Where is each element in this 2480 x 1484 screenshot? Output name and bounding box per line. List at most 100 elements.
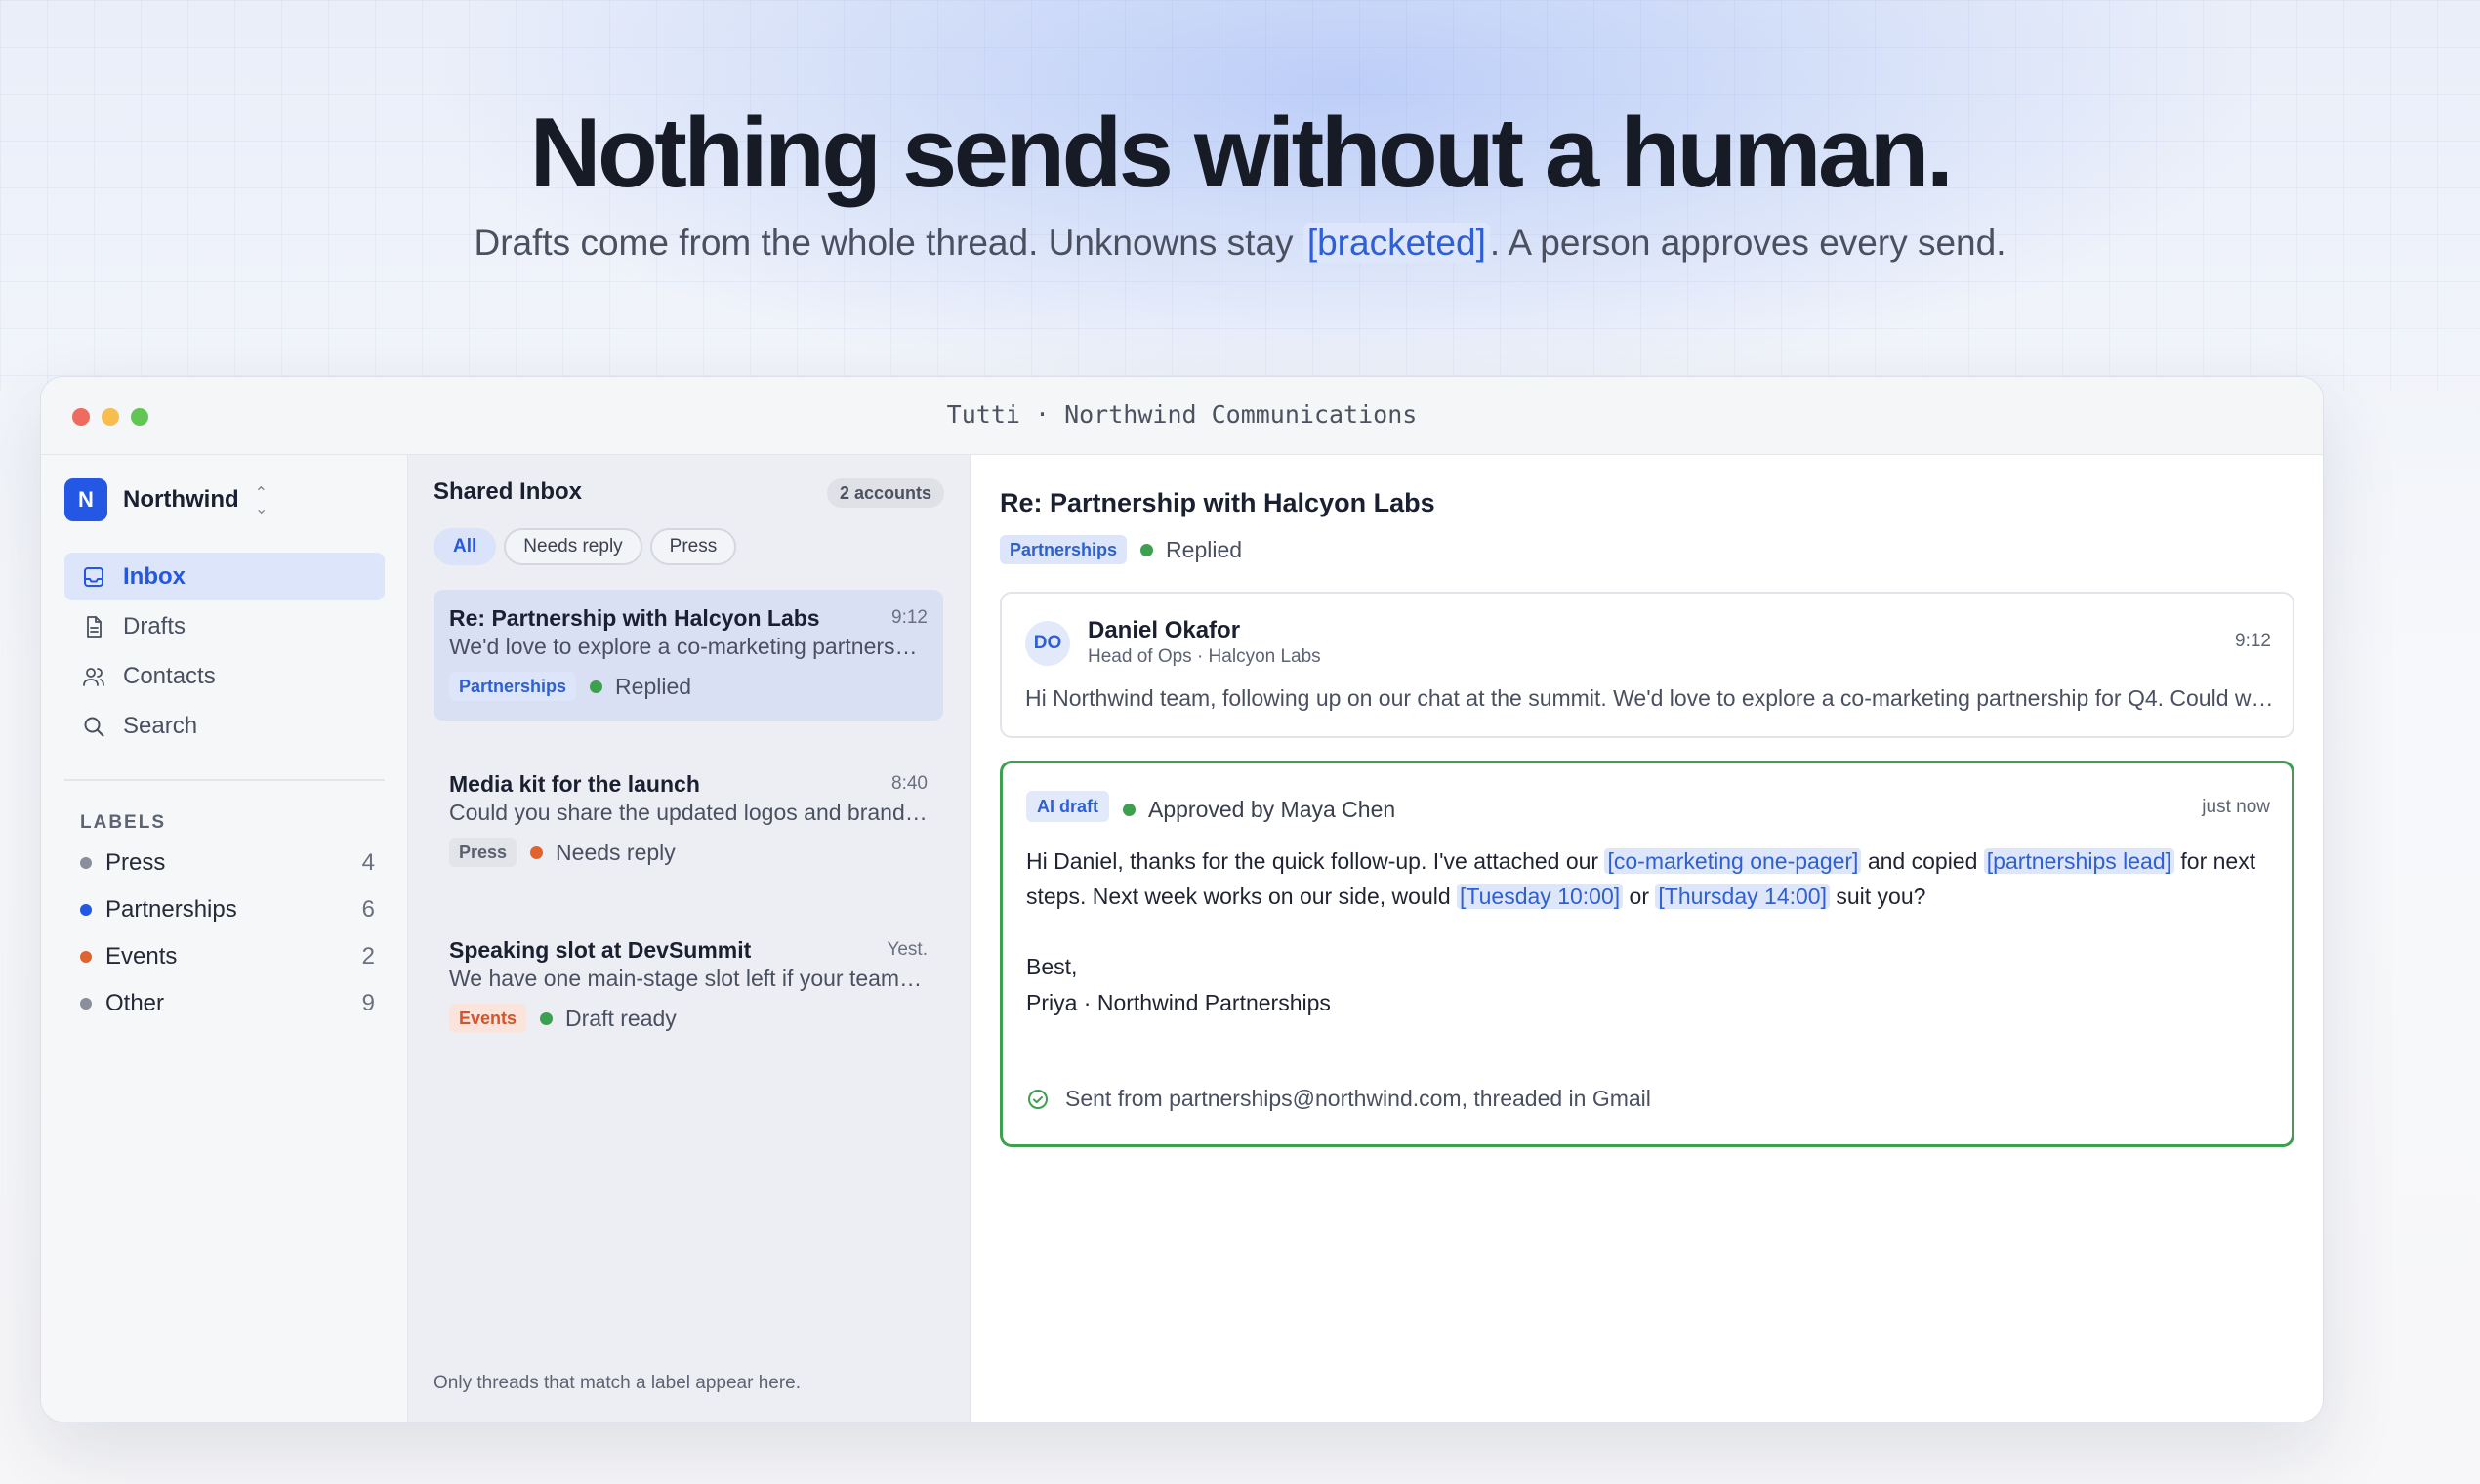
status-dot (530, 845, 544, 859)
thread-preview: We'd love to explore a co-marketing part… (449, 634, 928, 659)
label-color-dot (80, 857, 92, 869)
filter-chips: All Needs reply Press (434, 528, 744, 565)
thread-time: 9:12 (891, 607, 928, 628)
thread-meta: Partnerships Replied (1000, 535, 1242, 564)
thread-list-title: Shared Inbox (434, 478, 583, 505)
label-color-dot (80, 998, 92, 1010)
thread-label-tag: Press (449, 838, 517, 867)
signature-line: Best, (1026, 954, 1078, 979)
draft-text: suit you? (1829, 884, 1926, 909)
approval-status: Approved by Maya Chen (1123, 797, 1395, 823)
nav-item-inbox[interactable]: Inbox (64, 553, 385, 600)
status-text: Replied (615, 673, 692, 699)
filter-chip-press[interactable]: Press (649, 528, 737, 565)
check-circle-icon (1028, 1089, 1048, 1109)
sidebar-divider (64, 779, 385, 781)
thread-preview: We have one main-stage slot left if your… (449, 966, 928, 991)
label-color-dot (80, 951, 92, 963)
thread-card[interactable]: Media kit for the launch 8:40 Could you … (434, 756, 943, 886)
sender-role: Head of Ops · Halcyon Labs (1088, 646, 1321, 667)
thread-list-footer: Only threads that match a label appear h… (434, 1373, 802, 1393)
draft-text: and copied (1861, 848, 1984, 874)
placeholder-token[interactable]: [partnerships lead] (1983, 848, 2175, 874)
message-time: 9:12 (2235, 631, 2271, 651)
thread-title: Re: Partnership with Halcyon Labs (1000, 488, 1435, 517)
label-name: Other (105, 990, 165, 1016)
ai-draft-card[interactable]: AI draft Approved by Maya Chen just now … (1000, 761, 2294, 1147)
thread-status: Replied (590, 674, 691, 700)
approval-text: Approved by Maya Chen (1148, 797, 1396, 822)
label-count: 4 (361, 849, 375, 876)
subline-text: Drafts come from the whole thread. Unkno… (474, 223, 1303, 263)
sent-confirmation: Sent from partnerships@northwind.com, th… (1026, 1086, 1651, 1112)
nav-item-label: Inbox (123, 562, 186, 590)
thread-card[interactable]: Re: Partnership with Halcyon Labs 9:12 W… (434, 590, 943, 721)
nav-item-label: Search (123, 712, 198, 739)
message-body: Hi Northwind team, following up on our c… (1025, 685, 2275, 711)
thread-subject: Speaking slot at DevSummit (449, 937, 752, 963)
label-item-events[interactable]: Events 2 (80, 937, 375, 976)
document-icon (87, 615, 102, 638)
label-count: 2 (361, 943, 375, 969)
status-dot (1140, 543, 1154, 556)
thread-list-panel: Shared Inbox 2 accounts All Needs reply … (408, 455, 971, 1422)
avatar: DO (1025, 621, 1070, 666)
hero-headline: Nothing sends without a human. (529, 99, 1954, 208)
thread-preview: Could you share the updated logos and br… (449, 800, 928, 825)
draft-text: or (1623, 884, 1656, 909)
filter-chip-all[interactable]: All (434, 528, 497, 565)
thread-label-tag: Events (449, 1004, 527, 1033)
draft-text: Hi Daniel, thanks for the quick follow-u… (1026, 848, 1605, 874)
thread-status: Needs reply (530, 840, 676, 866)
labels-heading: LABELS (80, 812, 166, 833)
thread-time: Yest. (887, 939, 928, 960)
hero-subline: Drafts come from the whole thread. Unkno… (0, 223, 2480, 264)
label-name: Events (105, 943, 178, 969)
nav-item-search[interactable]: Search (64, 702, 385, 750)
thread-subject: Re: Partnership with Halcyon Labs (449, 605, 820, 631)
placeholder-token[interactable]: [Thursday 14:00] (1655, 884, 1830, 909)
draft-body: Hi Daniel, thanks for the quick follow-u… (1026, 844, 2276, 914)
inbox-icon (84, 566, 103, 587)
accounts-badge: 2 accounts (826, 478, 944, 508)
label-name: Press (105, 849, 166, 876)
search-icon (84, 717, 104, 736)
status-text: Replied (1166, 536, 1243, 562)
nav-item-label: Contacts (123, 662, 216, 689)
chevron-updown-icon: ⌃ ⌃ (254, 485, 269, 515)
thread-status: Replied (1140, 537, 1242, 563)
nav-item-contacts[interactable]: Contacts (64, 652, 385, 700)
thread-label-tag: Partnerships (1000, 535, 1128, 564)
thread-card[interactable]: Speaking slot at DevSummit Yest. We have… (434, 922, 943, 1052)
title-bar: Tutti · Northwind Communications (41, 377, 2323, 455)
thread-detail-panel: Re: Partnership with Halcyon Labs Partne… (971, 455, 2323, 1422)
placeholder-token[interactable]: [Tuesday 10:00] (1457, 884, 1624, 909)
incoming-message[interactable]: DO Daniel Okafor Head of Ops · Halcyon L… (1000, 592, 2294, 738)
placeholder-token[interactable]: [co-marketing one-pager] (1604, 848, 1862, 874)
workspace-logo: N (64, 478, 107, 521)
sender-name: Daniel Okafor (1088, 617, 1241, 643)
subline-bracket: [bracketed] (1302, 223, 1490, 263)
label-item-partnerships[interactable]: Partnerships 6 (80, 890, 375, 929)
label-color-dot (80, 904, 92, 916)
status-dot (590, 680, 603, 693)
status-dot (1123, 804, 1136, 816)
thread-time: 8:40 (891, 773, 928, 794)
label-count: 9 (361, 990, 375, 1016)
thread-label-tag: Partnerships (449, 672, 577, 701)
signature-line: Priya · Northwind Partnerships (1026, 990, 1331, 1015)
sidebar: N Northwind ⌃ ⌃ Inbox Drafts Contacts Sea… (41, 455, 408, 1422)
status-dot (540, 1011, 554, 1025)
window-title: Tutti · Northwind Communications (946, 400, 1418, 429)
draft-time: just now (2202, 797, 2270, 817)
ai-draft-tag: AI draft (1026, 791, 1109, 822)
filter-chip-needs-reply[interactable]: Needs reply (504, 528, 642, 565)
status-text: Needs reply (556, 839, 676, 865)
status-text: Draft ready (565, 1005, 677, 1031)
nav-item-label: Drafts (123, 612, 186, 639)
nav-item-drafts[interactable]: Drafts (64, 602, 385, 650)
label-item-other[interactable]: Other 9 (80, 984, 375, 1023)
workspace-switcher[interactable]: N Northwind ⌃ ⌃ (64, 478, 268, 521)
thread-status: Draft ready (540, 1006, 677, 1032)
label-item-press[interactable]: Press 4 (80, 844, 375, 883)
